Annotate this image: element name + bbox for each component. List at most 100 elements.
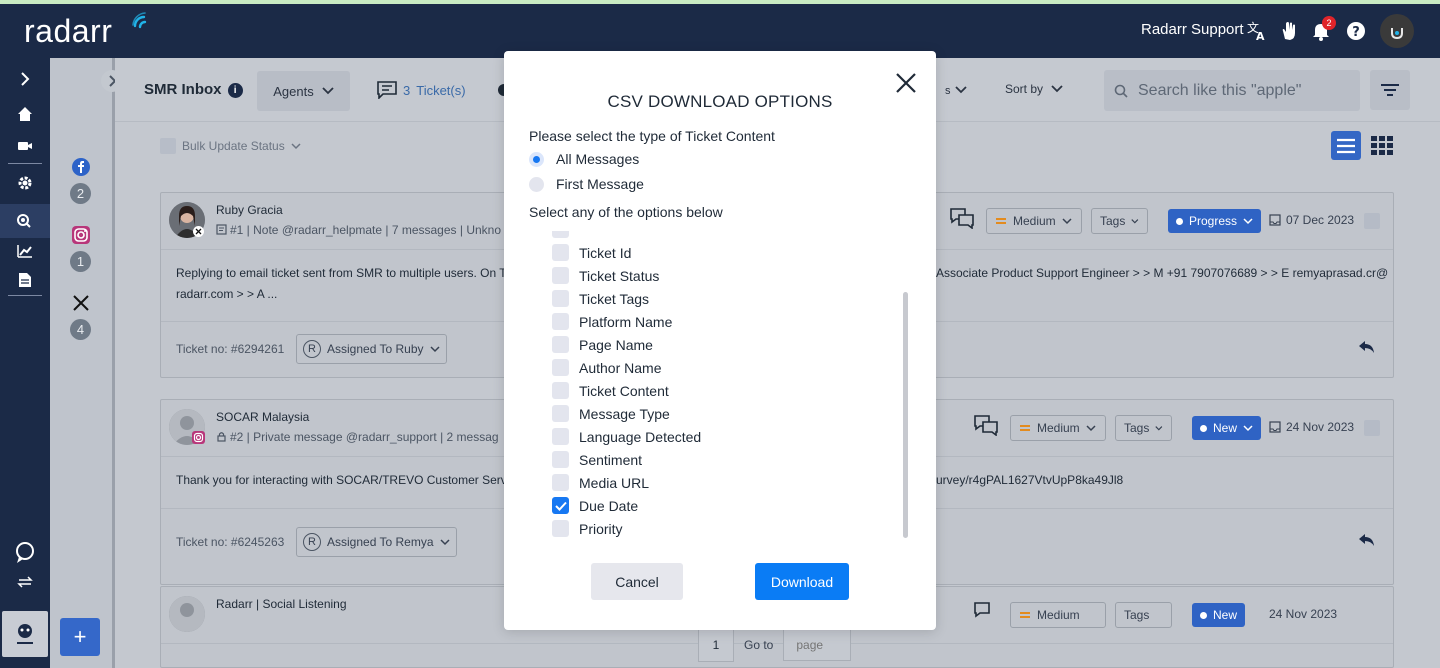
priority-dropdown[interactable]: Medium	[1010, 602, 1106, 628]
analytics-icon[interactable]	[13, 239, 37, 263]
current-user-name[interactable]: Radarr Support	[1141, 21, 1244, 38]
search-input[interactable]	[1138, 81, 1348, 100]
goto-page-input[interactable]	[783, 629, 852, 661]
chevron-down-icon	[1062, 217, 1072, 224]
instagram-icon	[192, 431, 205, 444]
x-icon[interactable]	[70, 292, 92, 314]
settings-gear-icon[interactable]	[13, 171, 37, 195]
help-icon[interactable]: ?	[1343, 18, 1369, 44]
cancel-button[interactable]: Cancel	[591, 563, 683, 600]
priority-dropdown[interactable]: Medium	[1010, 415, 1106, 441]
checkbox[interactable]	[552, 313, 569, 330]
search-box[interactable]	[1104, 70, 1360, 111]
sort-by-dropdown[interactable]: Sort by	[1005, 82, 1063, 96]
assign-dropdown[interactable]: R Assigned To Ruby	[296, 334, 447, 364]
reports-icon[interactable]	[13, 268, 37, 292]
radio-button[interactable]	[529, 176, 544, 192]
checkbox[interactable]	[552, 244, 569, 261]
tickets-counter[interactable]: 3 Ticket(s)	[377, 81, 466, 99]
tags-dropdown[interactable]: Tags	[1115, 602, 1172, 628]
home-icon[interactable]	[13, 102, 37, 126]
filter-button[interactable]	[1370, 70, 1410, 110]
ticket-meta: #1 | Note @radarr_helpmate | 7 messages …	[216, 223, 501, 237]
option-message-type[interactable]: Message Type	[552, 405, 670, 422]
bulk-update-status[interactable]: Bulk Update Status	[160, 138, 301, 154]
download-button[interactable]: Download	[755, 563, 849, 600]
status-dropdown[interactable]: Progress	[1168, 209, 1262, 233]
option-media-url[interactable]: Media URL	[552, 474, 649, 491]
conversation-icon[interactable]	[973, 601, 999, 623]
x-icon	[193, 226, 204, 237]
bulk-select-checkbox[interactable]	[160, 138, 176, 154]
notification-bell-icon[interactable]: 2	[1308, 16, 1336, 44]
checkbox[interactable]	[552, 382, 569, 399]
svg-text:A: A	[1256, 30, 1265, 42]
option-author-name[interactable]: Author Name	[552, 359, 661, 376]
checkbox[interactable]	[552, 451, 569, 468]
checkbox[interactable]	[552, 336, 569, 353]
radio-button[interactable]	[529, 151, 544, 167]
inbox-tray-icon	[1269, 214, 1281, 226]
checkbox[interactable]	[552, 359, 569, 376]
tags-dropdown[interactable]: Tags	[1091, 208, 1148, 234]
conversation-icon[interactable]	[949, 207, 975, 229]
chevron-down-icon	[322, 87, 334, 95]
svg-text:s: s	[945, 85, 951, 95]
checkbox[interactable]	[552, 520, 569, 537]
checkbox[interactable]	[552, 290, 569, 307]
agents-dropdown[interactable]: Agents	[257, 71, 350, 111]
status-dropdown[interactable]: New	[1192, 603, 1246, 627]
customer-name[interactable]: Ruby Gracia	[216, 203, 283, 217]
radio-all-messages[interactable]: All Messages	[529, 151, 639, 167]
checkbox[interactable]	[552, 405, 569, 422]
option-ticket-tags[interactable]: Ticket Tags	[552, 290, 649, 307]
checkbox[interactable]	[552, 474, 569, 491]
option-page-name[interactable]: Page Name	[552, 336, 653, 353]
conversation-icon[interactable]	[973, 414, 999, 436]
hand-wave-icon[interactable]	[1276, 18, 1302, 44]
customer-name[interactable]: SOCAR Malaysia	[216, 410, 309, 424]
customer-name[interactable]: Radarr | Social Listening	[216, 597, 347, 611]
grid-view-button[interactable]	[1367, 131, 1397, 160]
chat-support-icon[interactable]	[13, 541, 37, 565]
option-ticket-id[interactable]: Ticket Id	[552, 244, 631, 261]
checkbox-checked[interactable]	[552, 497, 569, 514]
nav-divider	[8, 163, 42, 164]
option-platform-name[interactable]: Platform Name	[552, 313, 672, 330]
reply-icon[interactable]	[1358, 532, 1376, 548]
assign-dropdown[interactable]: R Assigned To Remya	[296, 527, 457, 557]
user-avatar[interactable]	[1380, 14, 1414, 48]
option-due-date[interactable]: Due Date	[552, 497, 638, 514]
tags-dropdown[interactable]: Tags	[1115, 415, 1172, 441]
expand-nav-icon[interactable]	[13, 67, 37, 91]
video-icon[interactable]	[13, 134, 37, 158]
checkbox[interactable]	[552, 267, 569, 284]
options-list[interactable]: Ticket Id Ticket Status Ticket Tags Plat…	[544, 231, 914, 541]
ticket-select-checkbox[interactable]	[1364, 420, 1380, 436]
option-sentiment[interactable]: Sentiment	[552, 451, 642, 468]
option-ticket-content[interactable]: Ticket Content	[552, 382, 669, 399]
option-priority[interactable]: Priority	[552, 520, 623, 537]
assignee-initial: R	[303, 340, 321, 358]
option-ticket-status[interactable]: Ticket Status	[552, 267, 659, 284]
ticket-select-checkbox[interactable]	[1364, 213, 1380, 229]
option-language-detected[interactable]: Language Detected	[552, 428, 701, 445]
reply-icon[interactable]	[1358, 339, 1376, 355]
checkbox[interactable]	[552, 428, 569, 445]
workspace-logo[interactable]	[2, 611, 48, 657]
facebook-icon[interactable]	[70, 156, 92, 178]
priority-dropdown[interactable]: Medium	[986, 208, 1082, 234]
switch-arrows-icon[interactable]	[13, 570, 37, 594]
radio-first-message[interactable]: First Message	[529, 176, 644, 192]
options-scrollbar[interactable]	[903, 292, 908, 538]
smr-inbox-icon[interactable]	[13, 209, 37, 233]
translate-icon[interactable]: 文A	[1244, 18, 1270, 44]
info-icon[interactable]: i	[227, 83, 243, 98]
status-dropdown[interactable]: New	[1192, 416, 1262, 440]
status-dot	[1200, 424, 1207, 432]
list-view-button[interactable]	[1331, 131, 1361, 160]
chevron-down-icon[interactable]: s	[945, 85, 969, 95]
add-channel-button[interactable]: +	[60, 618, 100, 656]
instagram-icon[interactable]	[70, 224, 92, 246]
current-page-button[interactable]: 1	[698, 628, 734, 662]
